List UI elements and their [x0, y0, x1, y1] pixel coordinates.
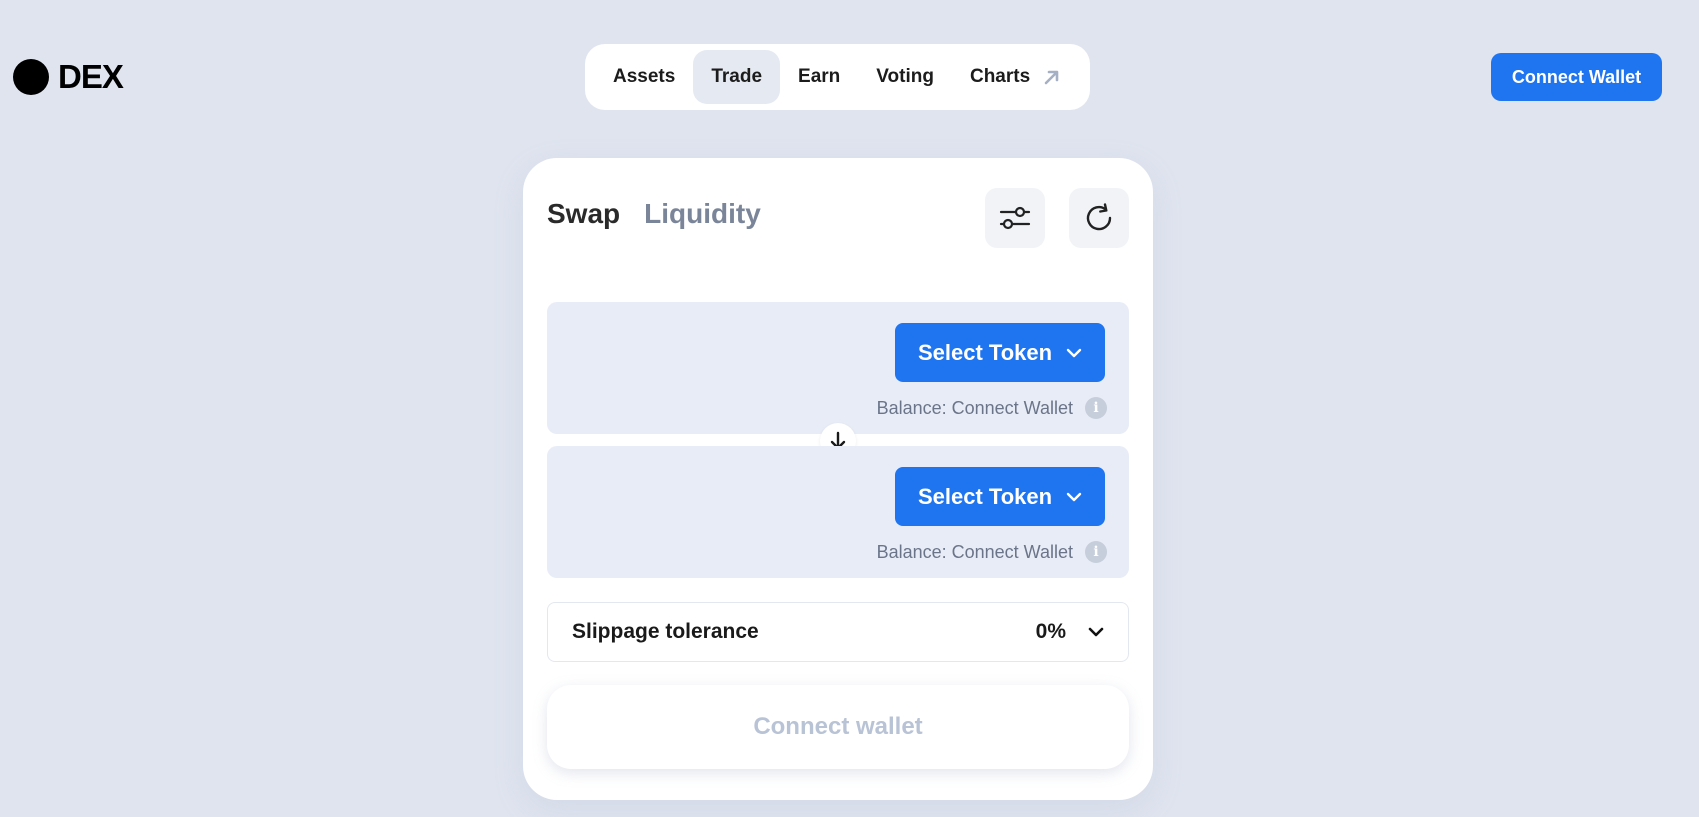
nav-item-voting[interactable]: Voting	[858, 50, 952, 104]
from-balance: Balance: Connect Wallet i	[877, 397, 1107, 419]
chevron-down-icon	[1066, 348, 1082, 357]
from-token-panel[interactable]: Select Token Balance: Connect Wallet i	[547, 302, 1129, 434]
main-nav: Assets Trade Earn Voting Charts	[585, 44, 1090, 110]
settings-button[interactable]	[985, 188, 1045, 248]
tab-swap[interactable]: Swap	[547, 198, 620, 230]
select-token-label: Select Token	[917, 483, 1053, 509]
sliders-icon	[999, 206, 1031, 230]
nav-item-charts-label: Charts	[969, 66, 1031, 87]
swap-card: Swap Liquidity Select Token Balance: Con…	[523, 158, 1153, 800]
info-icon[interactable]: i	[1085, 541, 1107, 563]
chevron-down-icon	[1088, 627, 1104, 637]
tab-liquidity[interactable]: Liquidity	[644, 198, 761, 230]
refresh-button[interactable]	[1069, 188, 1129, 248]
nav-item-trade[interactable]: Trade	[693, 50, 781, 104]
info-icon[interactable]: i	[1085, 397, 1107, 419]
slippage-tolerance-dropdown[interactable]: Slippage tolerance 0%	[547, 602, 1129, 662]
chevron-down-icon	[1066, 492, 1082, 501]
select-from-token-button[interactable]: Select Token	[895, 323, 1105, 382]
swap-tabs: Swap Liquidity	[547, 198, 785, 230]
connect-wallet-main-button[interactable]: Connect wallet	[547, 685, 1129, 769]
connect-wallet-button[interactable]: Connect Wallet	[1491, 53, 1662, 101]
balance-text: Balance: Connect Wallet	[876, 541, 1073, 562]
balance-text: Balance: Connect Wallet	[876, 397, 1073, 418]
select-to-token-button[interactable]: Select Token	[895, 467, 1105, 526]
logo-circle-icon	[13, 59, 49, 95]
slippage-label: Slippage tolerance	[572, 620, 759, 643]
select-token-label: Select Token	[917, 339, 1053, 365]
nav-item-charts[interactable]: Charts	[952, 50, 1080, 104]
logo[interactable]: DEX	[13, 58, 124, 96]
logo-text: DEX	[58, 58, 124, 95]
to-token-panel[interactable]: Select Token Balance: Connect Wallet i	[547, 446, 1129, 578]
nav-item-earn[interactable]: Earn	[780, 50, 858, 104]
external-link-arrow-icon	[1044, 70, 1059, 85]
refresh-icon	[1086, 203, 1112, 231]
to-balance: Balance: Connect Wallet i	[877, 541, 1107, 563]
nav-item-assets[interactable]: Assets	[595, 50, 693, 104]
slippage-value: 0%	[1035, 620, 1066, 643]
top-bar: DEX Assets Trade Earn Voting Charts Conn…	[0, 0, 1699, 150]
